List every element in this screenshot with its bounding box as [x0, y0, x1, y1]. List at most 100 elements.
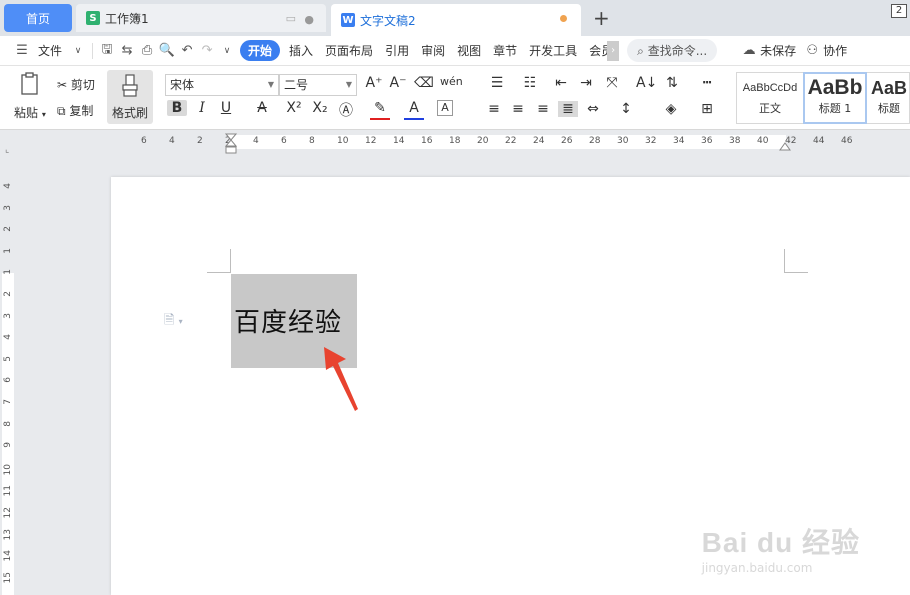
- vertical-ruler-tick-label: 5: [3, 355, 13, 362]
- menu-page-layout[interactable]: 页面布局: [319, 42, 379, 59]
- tab-workbook[interactable]: S 工作簿1 ▭ ●: [76, 4, 326, 32]
- right-indent-marker-icon[interactable]: [779, 141, 791, 151]
- bullet-list-icon[interactable]: ☰: [487, 75, 507, 91]
- undo-icon[interactable]: ↶: [177, 41, 197, 61]
- paste-button[interactable]: 粘贴 ▾: [14, 104, 46, 121]
- document-body-text[interactable]: 百度经验: [234, 302, 342, 339]
- bold-button[interactable]: B: [167, 100, 187, 116]
- text-direction-icon[interactable]: A↓: [636, 75, 657, 91]
- borders-icon[interactable]: ⊞: [697, 101, 717, 117]
- window-count-badge[interactable]: 2: [891, 4, 907, 18]
- decrease-indent-icon[interactable]: ⇤: [551, 75, 571, 91]
- style-heading2[interactable]: AaB 标题: [867, 73, 910, 123]
- new-tab-button[interactable]: +: [593, 6, 610, 30]
- paragraph-menu-icon[interactable]: 🗎 ▾: [164, 311, 183, 333]
- vertical-ruler-tick-label: 1: [3, 269, 13, 276]
- align-left-icon[interactable]: ≡: [484, 101, 504, 117]
- menu-insert[interactable]: 插入: [283, 42, 319, 59]
- format-painter-label: 格式刷: [112, 106, 149, 120]
- watermark: Bai du 经验 jingyan.baidu.com: [702, 521, 860, 575]
- vertical-ruler-tick-label: 3: [3, 312, 13, 319]
- italic-button[interactable]: I: [192, 100, 212, 116]
- line-spacing-icon[interactable]: ↕: [616, 101, 636, 117]
- ruler-tick-label: 12: [365, 136, 377, 146]
- shading-icon[interactable]: ◈: [661, 101, 681, 117]
- subscript-button[interactable]: X₂: [310, 100, 330, 116]
- style-heading1[interactable]: AaBb 标题 1: [803, 72, 867, 124]
- show-marks-icon[interactable]: ┅: [697, 75, 717, 91]
- numbered-list-icon[interactable]: ☷: [520, 75, 540, 91]
- menu-view[interactable]: 视图: [451, 42, 487, 59]
- divider: [92, 42, 94, 59]
- ruler-tick-label: 18: [449, 136, 461, 146]
- cut-button[interactable]: ✂ 剪切: [57, 76, 95, 93]
- font-size-select[interactable]: 二号 ▼: [279, 74, 357, 96]
- menu-chapter[interactable]: 章节: [487, 42, 523, 59]
- justify-icon[interactable]: ≣: [558, 101, 578, 117]
- margin-corner-top-right: [784, 249, 808, 273]
- font-name-value: 宋体: [170, 78, 195, 92]
- export-icon[interactable]: ⇆: [117, 41, 137, 61]
- shrink-font-icon[interactable]: A⁻: [388, 75, 408, 91]
- menu-references[interactable]: 引用: [379, 42, 415, 59]
- menu-start[interactable]: 开始: [240, 40, 281, 61]
- save-icon[interactable]: 🖫: [97, 41, 117, 61]
- ruler-tick-label: 32: [645, 136, 657, 146]
- font-color-icon[interactable]: A: [404, 100, 424, 120]
- tab-document-label: 文字文稿2: [360, 13, 416, 28]
- char-border-icon[interactable]: A: [437, 100, 453, 116]
- monitor-icon[interactable]: ▭: [286, 12, 296, 25]
- print-preview-icon[interactable]: 🔍: [157, 41, 177, 61]
- pinyin-guide-icon[interactable]: wén: [440, 75, 463, 88]
- increase-indent-icon[interactable]: ⇥: [576, 75, 596, 91]
- strikethrough-button[interactable]: A: [252, 100, 272, 116]
- menu-member[interactable]: 会员: [583, 42, 607, 59]
- vertical-ruler-tick-label: 9: [3, 442, 13, 448]
- hamburger-icon[interactable]: ☰: [12, 41, 32, 61]
- style-heading2-sample: AaB: [870, 78, 907, 98]
- paste-icon[interactable]: [18, 72, 42, 96]
- style-heading1-sample: AaBb: [807, 76, 863, 99]
- print-icon[interactable]: ⎙: [137, 41, 157, 61]
- chevron-down-icon[interactable]: ∨: [68, 41, 88, 61]
- horizontal-ruler[interactable]: ⌞ 6 4 2 2 4 6 8 10 12 14 16 18 20 22 24 26 28 30 32 34 36 38 4…: [0, 131, 910, 155]
- vertical-ruler-tick-label: 11: [3, 485, 13, 497]
- vertical-ruler-tick-label: 1: [3, 247, 13, 254]
- menu-developer[interactable]: 开发工具: [523, 42, 583, 59]
- highlight-icon[interactable]: ✎: [370, 100, 390, 120]
- customize-icon[interactable]: ∨: [217, 41, 237, 61]
- chevron-right-icon[interactable]: ›: [607, 40, 620, 61]
- chevron-down-icon: ▾: [41, 110, 46, 119]
- chinese-layout-icon[interactable]: ⤧: [602, 75, 622, 91]
- align-right-icon[interactable]: ≡: [533, 101, 553, 117]
- align-center-icon[interactable]: ≡: [508, 101, 528, 117]
- ruler-tick-label: 30: [617, 136, 629, 146]
- tab-home[interactable]: 首页: [4, 4, 72, 32]
- distribute-icon[interactable]: ⇔: [583, 101, 603, 117]
- indent-marker-icon[interactable]: [225, 133, 237, 155]
- tab-document[interactable]: W 文字文稿2: [331, 4, 581, 36]
- command-search[interactable]: ⌕ 查找命令...: [627, 39, 718, 62]
- menu-review[interactable]: 审阅: [415, 42, 451, 59]
- text-effect-icon[interactable]: Ⓐ: [336, 100, 356, 120]
- underline-button[interactable]: U: [216, 100, 236, 116]
- font-name-select[interactable]: 宋体 ▼: [165, 74, 279, 96]
- vertical-ruler[interactable]: 4 3 2 1 1 2 3 4 5 6 7 8 9 10 11 12 13 14 15: [0, 153, 16, 595]
- vertical-ruler-tick-label: 15: [3, 571, 13, 584]
- sort-icon[interactable]: ⇅: [662, 75, 682, 91]
- superscript-button[interactable]: X²: [284, 100, 304, 116]
- clear-format-icon[interactable]: ⌫: [414, 75, 434, 91]
- style-normal[interactable]: AaBbCcDd 正文: [737, 73, 803, 123]
- grow-font-icon[interactable]: A⁺: [364, 75, 384, 91]
- cloud-icon: ☁: [742, 43, 756, 58]
- ruler-tick-label: 26: [561, 136, 573, 146]
- document-page[interactable]: 🗎 ▾ 百度经验 Bai du 经验 jingyan.baidu.com: [111, 177, 910, 595]
- ruler-tick-label: 20: [477, 136, 489, 146]
- file-menu[interactable]: 文件: [32, 42, 68, 59]
- redo-icon[interactable]: ↷: [197, 41, 217, 61]
- unsaved-status[interactable]: 未保存: [759, 42, 802, 59]
- collab-button[interactable]: 协作: [822, 42, 853, 59]
- copy-button[interactable]: ⧉ 复制: [57, 102, 93, 119]
- watermark-url: jingyan.baidu.com: [701, 561, 813, 575]
- format-painter-button[interactable]: 格式刷: [107, 70, 153, 124]
